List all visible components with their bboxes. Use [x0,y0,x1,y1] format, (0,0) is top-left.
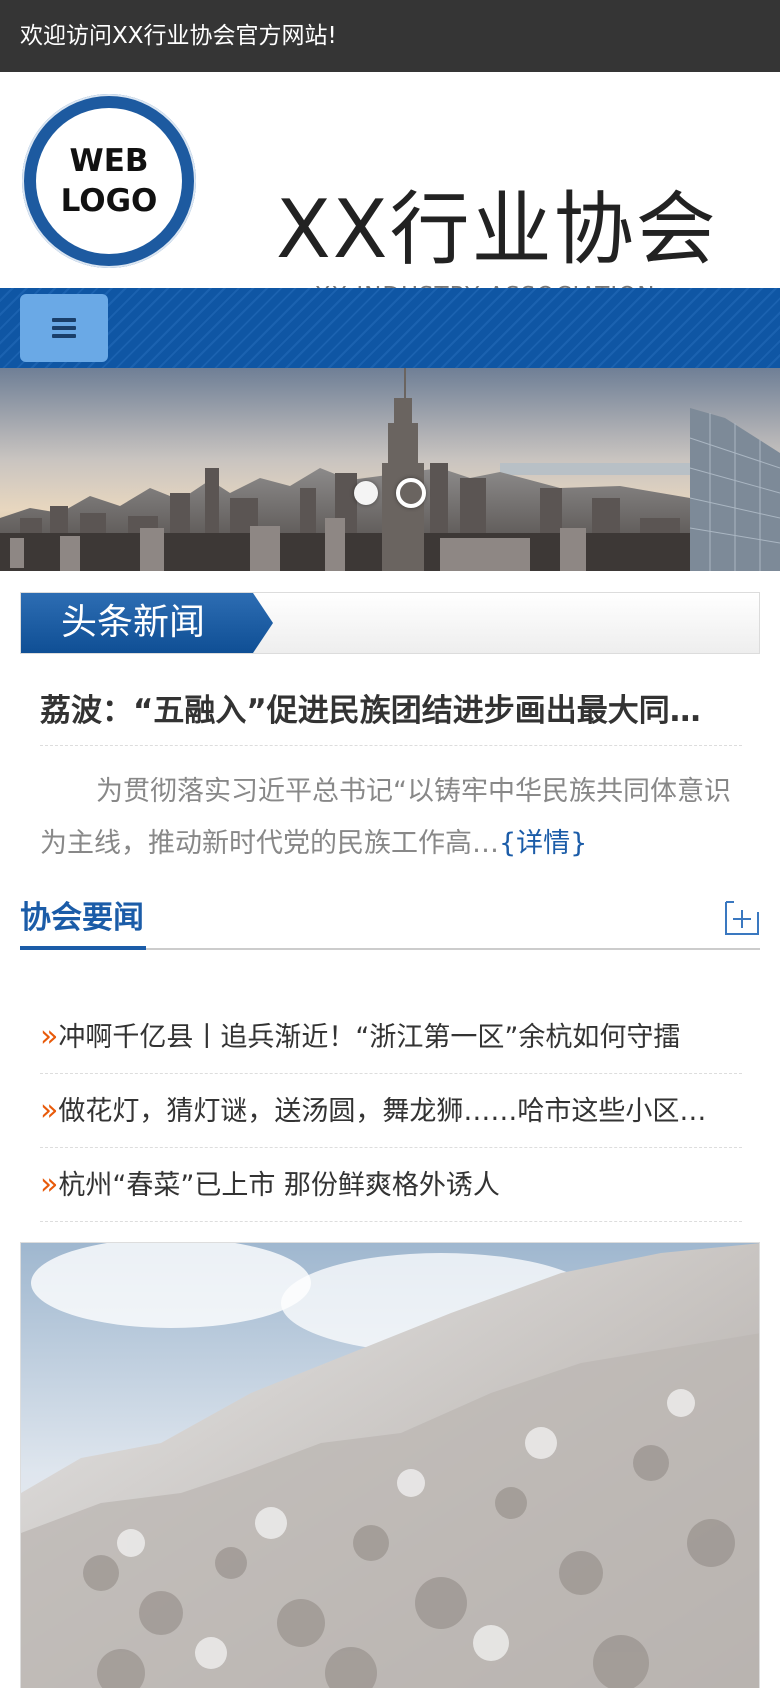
section-title[interactable]: 协会要闻 [20,890,146,950]
nav-bar [0,288,780,368]
list-item[interactable]: »杭州“春菜”已上市 那份鲜爽格外诱人 [40,1148,742,1222]
bullet-icon: » [40,1167,59,1202]
section-header: 协会要闻 [20,890,760,950]
summary-text: 为贯彻落实习近平总书记“以铸牢中华民族共同体意识为主线，推动新时代党的民族工作高… [40,776,731,859]
site-logo[interactable]: WEB LOGO [22,94,196,268]
topbar: 欢迎访问XX行业协会官方网站! [0,0,780,72]
headline-header: 头条新闻 [20,592,760,654]
bullet-icon: » [40,1019,59,1054]
feature-photo[interactable] [20,1242,760,1688]
headline-title[interactable]: 荔波：“五融入”促进民族团结进步画出最大同… [40,685,742,730]
plus-icon[interactable] [724,900,760,936]
slider-dot-2[interactable] [396,478,426,508]
menu-button[interactable] [20,294,108,362]
site-name: XX行业协会 [276,183,718,276]
banner-image [0,368,780,571]
list-item[interactable]: »做花灯，猜灯谜，送汤圆，舞龙狮……哈市这些小区… [40,1074,742,1148]
headline-summary: 为贯彻落实习近平总书记“以铸牢中华民族共同体意识为主线，推动新时代党的民族工作高… [40,766,742,870]
bullet-icon: » [40,1093,59,1128]
logo-line2: LOGO [60,183,158,219]
snowy-mountain-image [21,1243,759,1688]
banner-slider[interactable] [0,368,780,571]
logo-line1: WEB [69,143,149,179]
read-more-link[interactable]: {详情} [499,828,587,859]
site-header: WEB LOGO XX行业协会 XX INDUSTRY ASSOCIATION [0,72,780,309]
welcome-text: 欢迎访问XX行业协会官方网站! [20,23,337,49]
divider [40,745,742,746]
logo-inner: WEB LOGO [36,108,182,254]
list-item-text: 冲啊千亿县丨追兵渐近！“浙江第一区”余杭如何守擂 [58,1022,681,1053]
hamburger-icon [52,314,76,342]
slider-dots [354,478,426,508]
slider-dot-1[interactable] [354,481,378,505]
list-item-text: 杭州“春菜”已上市 那份鲜爽格外诱人 [58,1170,500,1201]
list-item[interactable]: »冲啊千亿县丨追兵渐近！“浙江第一区”余杭如何守擂 [40,1000,742,1074]
list-item-text: 做花灯，猜灯谜，送汤圆，舞龙狮……哈市这些小区… [58,1096,707,1127]
headline-tag: 头条新闻 [21,593,273,653]
news-list: »冲啊千亿县丨追兵渐近！“浙江第一区”余杭如何守擂 »做花灯，猜灯谜，送汤圆，舞… [40,1000,742,1222]
